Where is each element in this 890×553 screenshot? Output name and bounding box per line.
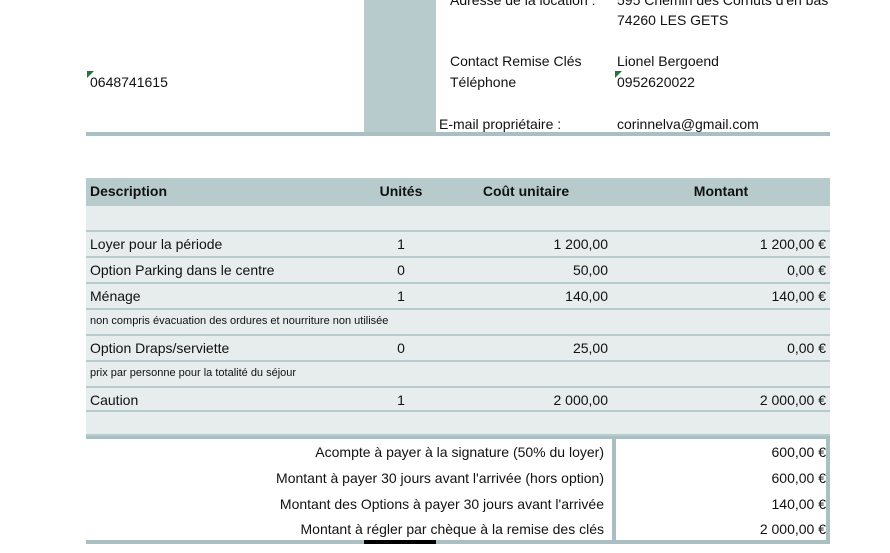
row-description: Ménage	[90, 288, 141, 304]
contact-name: Lionel Bergoend	[617, 53, 719, 69]
header-divider	[86, 132, 830, 136]
row-amount: 1 200,00 €	[759, 236, 826, 252]
table-row: Option Draps/serviette 0 25,00 0,00 €	[86, 336, 830, 362]
row-amount: 140,00 €	[771, 288, 827, 304]
address-line2: 74260 LES GETS	[617, 12, 729, 28]
email-label: E-mail propriétaire :	[439, 116, 562, 132]
table-row: Ménage 1 140,00 140,00 €	[86, 284, 830, 310]
contact-label: Contact Remise Clés	[450, 53, 582, 69]
address-line1: 595 Chemin des Cornuts d'en bas	[617, 0, 829, 8]
selection-marker	[364, 540, 436, 544]
total-value: 600,00 €	[771, 444, 827, 460]
phone-label: Téléphone	[450, 74, 517, 90]
table-note-row: non compris évacuation des ordures et no…	[86, 310, 830, 336]
row-amount: 2 000,00 €	[759, 392, 826, 408]
row-unit-cost: 140,00	[565, 288, 608, 304]
total-value: 140,00 €	[771, 496, 827, 512]
header-amount: Montant	[693, 183, 749, 199]
row-unit-cost: 2 000,00	[553, 392, 609, 408]
row-description: Caution	[90, 392, 139, 408]
contact-phone: 0952620022	[617, 74, 695, 90]
row-description: Loyer pour la période	[90, 236, 223, 252]
total-label: Montant à payer 30 jours avant l'arrivée…	[276, 470, 604, 486]
email-value[interactable]: corinnelva@gmail.com	[617, 115, 759, 133]
total-label: Acompte à payer à la signature (50% du l…	[315, 444, 604, 460]
table-row: Option Parking dans le centre 0 50,00 0,…	[86, 258, 830, 284]
header-description: Description	[90, 183, 168, 199]
row-unit-cost: 50,00	[572, 262, 608, 278]
header-grey-column	[364, 0, 436, 132]
total-label: Montant des Options à payer 30 jours ava…	[279, 496, 604, 512]
row-description: Option Draps/serviette	[90, 340, 230, 356]
row-amount: 0,00 €	[787, 262, 826, 278]
header-unit-cost: Coût unitaire	[482, 183, 570, 199]
totals-bottom-divider	[86, 540, 830, 544]
row-description: Option Parking dans le centre	[90, 262, 275, 278]
table-header-row: Description Unités Coût unitaire Montant	[86, 178, 830, 206]
total-value: 2 000,00 €	[759, 521, 826, 537]
row-note: non compris évacuation des ordures et no…	[90, 315, 389, 327]
row-note: prix par personne pour la totalité du sé…	[90, 367, 297, 379]
table-note-row: prix par personne pour la totalité du sé…	[86, 362, 830, 388]
total-label: Montant à régler par chèque à la remise …	[300, 521, 605, 537]
table-row: Caution 1 2 000,00 2 000,00 €	[86, 388, 830, 412]
total-value: 600,00 €	[771, 470, 827, 486]
address-label: Adresse de la location :	[450, 0, 596, 8]
table-row: Loyer pour la période 1 1 200,00 1 200,0…	[86, 232, 830, 258]
left-phone: 0648741615	[90, 74, 168, 90]
table-row-empty	[86, 206, 830, 232]
row-unit-cost: 1 200,00	[553, 236, 609, 252]
totals-right-border	[826, 436, 830, 540]
table-row-empty	[86, 412, 830, 436]
row-amount: 0,00 €	[787, 340, 826, 356]
row-unit-cost: 25,00	[572, 340, 608, 356]
